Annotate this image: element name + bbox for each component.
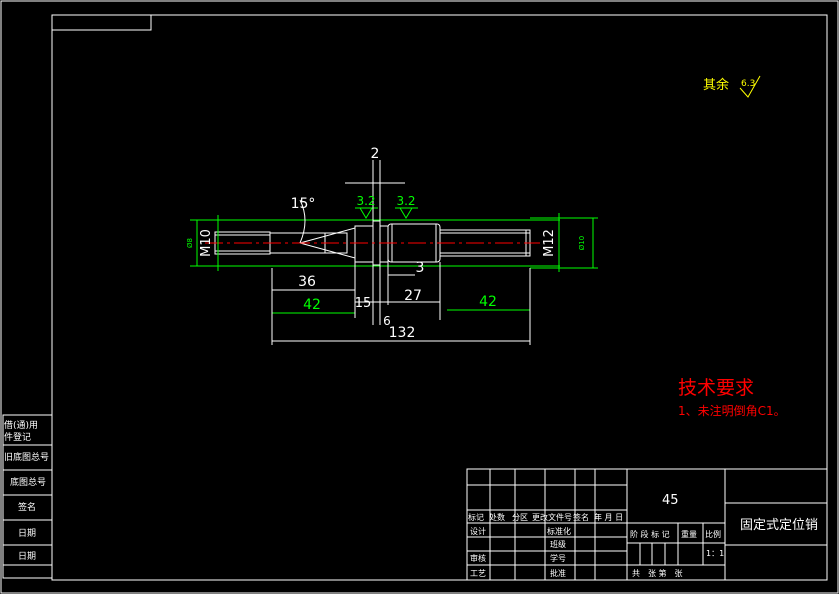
dim-m12-text: M12 [542,229,557,257]
tb-student-no: 学号 [550,553,566,563]
drawing-sheet: 2 15° 36 42 15 27 3 6 42 132 M10 M12 Ø8 … [0,0,839,594]
shoulder-left [354,225,374,263]
tb-rev-h5: 年 月 日 [594,512,623,522]
rough-2-text: 3.2 [396,194,415,208]
dim-42-right-text: 42 [479,294,497,310]
dim-27-text: 27 [404,288,422,304]
rough-1-text: 3.2 [356,194,375,208]
dim-15-text: 15 [355,296,372,311]
side-r1: 借(通)用 [4,419,38,431]
tb-rev-h1: 处数 [489,512,505,522]
tb-weight: 重量 [681,529,697,539]
tech-req-title: 技术要求 [678,377,754,399]
side-r3: 旧底图总号 [4,451,49,463]
tb-stage-mark: 阶 段 标 记 [630,529,670,539]
dim-small-left-text: Ø8 [186,238,194,248]
tb-part-name: 固定式定位销 [740,518,818,533]
side-r4: 底图总号 [10,476,46,488]
tb-scale-value: 1：1 [706,549,724,558]
tb-design: 设计 [470,526,486,536]
side-r7: 日期 [18,551,36,562]
tb-rev-h2: 分区 [512,513,528,522]
side-r2: 件登记 [4,431,31,443]
side-r5: 签名 [18,501,36,513]
rough-symbol-1 [359,207,373,219]
tb-class: 班级 [550,539,566,549]
dim-3-text: 3 [416,260,425,276]
tb-rev-h3: 更改文件号 [532,512,572,522]
tb-sheets: 共 张 第 张 [632,568,683,578]
tb-approve: 批准 [550,568,566,578]
dim-15deg-text: 15° [291,196,316,212]
tb-material: 45 [662,493,679,508]
dim-42-left-text: 42 [303,297,321,313]
tb-scale: 比例 [705,529,721,539]
tb-standardize: 标准化 [547,526,571,536]
tb-rev-h0: 标记 [468,512,484,522]
tb-rev-h4: 签名 [573,512,589,522]
side-r6: 日期 [18,528,36,539]
top-left-box [51,14,152,31]
dim-2-text: 2 [371,146,380,162]
rough-symbol-2 [399,207,413,219]
tb-craft: 工艺 [470,569,486,578]
dim-132-text: 132 [389,325,416,341]
dim-small-right-text: Ø10 [578,236,586,250]
tech-req-item1: 1、未注明倒角C1。 [678,403,786,418]
dim-m10-text: M10 [199,229,214,257]
dim-36-text: 36 [298,274,316,290]
tb-review: 审核 [470,553,486,563]
surface-note-label: 其余 [703,77,729,93]
shoulder-right [379,225,389,263]
